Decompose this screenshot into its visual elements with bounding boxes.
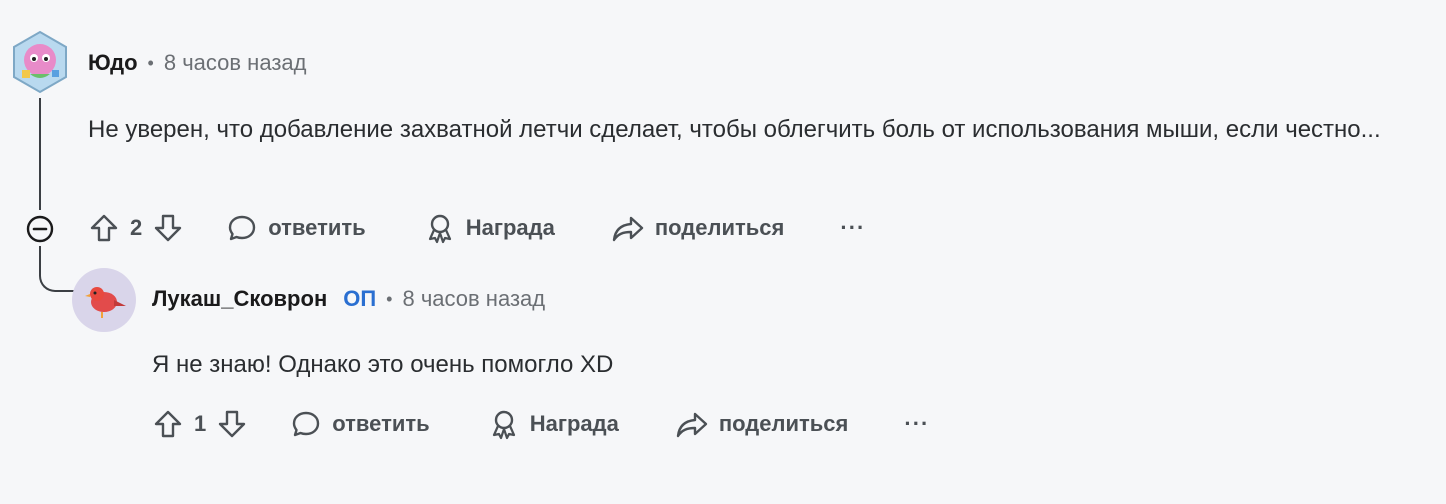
award-button[interactable]: Награда	[424, 212, 555, 244]
share-arrow-icon	[612, 216, 644, 242]
timestamp[interactable]: 8 часов назад	[164, 50, 307, 76]
downvote-button[interactable]	[216, 408, 248, 440]
minus-circle-icon	[26, 215, 54, 243]
op-badge: ОП	[343, 286, 377, 311]
avatar[interactable]	[12, 30, 68, 94]
separator: •	[147, 52, 154, 73]
arrow-up-icon	[90, 214, 118, 242]
downvote-button[interactable]	[152, 212, 184, 244]
timestamp[interactable]: 8 часов назад	[402, 286, 545, 312]
speech-bubble-icon	[229, 215, 256, 241]
avatar[interactable]	[72, 268, 136, 332]
collapse-thread-button[interactable]	[25, 214, 55, 244]
reply-button[interactable]: ответить	[226, 212, 366, 244]
arrow-down-icon	[155, 214, 182, 242]
comment-body: Не уверен, что добавление захватной летч…	[88, 116, 1381, 143]
award-button[interactable]: Награда	[488, 408, 619, 440]
comment-header: Юдо • 8 часов назад	[88, 50, 306, 76]
award-icon	[492, 410, 515, 440]
award-icon	[428, 214, 451, 244]
speech-bubble-icon	[293, 411, 320, 437]
action-bar: 1 ответить Награда поделиться ···	[152, 404, 929, 444]
share-label: поделиться	[654, 215, 785, 240]
vote-count: 1	[194, 411, 207, 436]
more-options-button[interactable]: ···	[840, 215, 865, 241]
comment-header: Лукаш_Сковрон ОП • 8 часов назад	[152, 286, 545, 312]
username[interactable]: Юдо	[88, 50, 138, 76]
share-button[interactable]: поделиться	[611, 212, 785, 244]
arrow-up-icon	[154, 410, 182, 438]
share-label: поделиться	[718, 411, 849, 436]
thread-line[interactable]	[39, 98, 41, 210]
more-options-button[interactable]: ···	[904, 411, 929, 437]
username[interactable]: Лукаш_Сковрон	[152, 286, 327, 312]
vote-count: 2	[130, 215, 143, 240]
reply-button[interactable]: ответить	[290, 408, 430, 440]
award-label: Награда	[465, 215, 555, 240]
comment-body: Я не знаю! Однако это очень помогло XD	[152, 351, 614, 378]
arrow-down-icon	[219, 410, 246, 438]
upvote-button[interactable]	[152, 408, 184, 440]
separator: •	[386, 288, 393, 309]
award-label: Награда	[529, 411, 619, 436]
reply-label: ответить	[268, 215, 366, 240]
upvote-button[interactable]	[88, 212, 120, 244]
reply-label: ответить	[332, 411, 430, 436]
share-arrow-icon	[676, 412, 708, 438]
action-bar: 2 ответить Награда поделиться ···	[88, 208, 865, 248]
share-button[interactable]: поделиться	[675, 408, 849, 440]
thread-branch-line[interactable]	[39, 250, 75, 292]
